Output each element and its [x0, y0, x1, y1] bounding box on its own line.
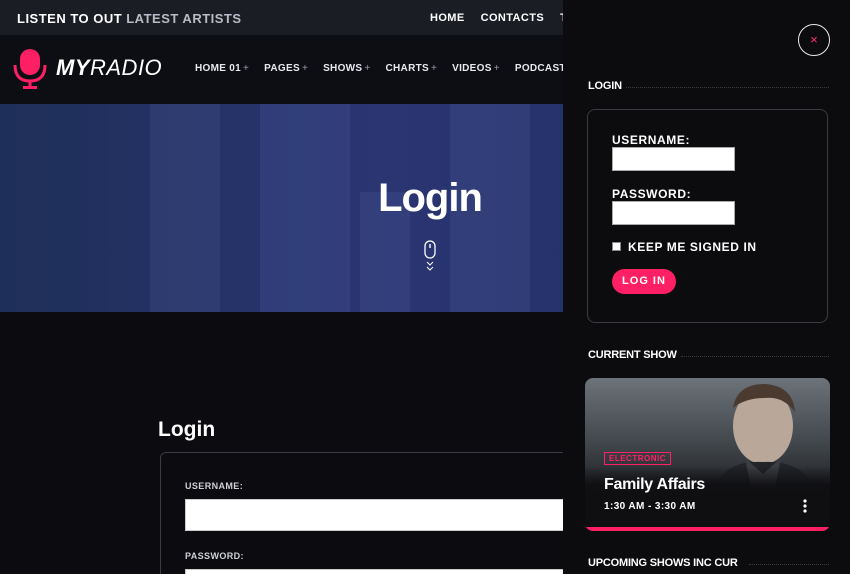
nav-item-label: HOME 01 — [195, 63, 242, 74]
divider — [749, 564, 829, 565]
top-link-home[interactable]: HOME — [430, 12, 465, 24]
nav-item-pages[interactable]: PAGES + — [264, 63, 308, 74]
login-section-title: LOGIN — [588, 80, 622, 92]
top-link-contacts[interactable]: CONTACTS — [481, 12, 545, 24]
logo-text: MYRADIO — [56, 55, 162, 81]
panel-password-field[interactable] — [612, 201, 735, 225]
current-show-card[interactable]: ELECTRONIC Family Affairs 1:30 AM - 3:30… — [585, 378, 830, 531]
close-icon[interactable]: × — [798, 24, 830, 56]
remember-checkbox[interactable] — [612, 242, 621, 251]
plus-icon: + — [493, 63, 500, 74]
side-panel: × LOGIN USERNAME: PASSWORD: KEEP ME SIGN… — [563, 0, 850, 574]
current-show-title: CURRENT SHOW — [588, 349, 677, 361]
page: LISTEN TO OUT LATEST ARTISTS HOME CONTACT… — [0, 0, 850, 574]
main-nav: HOME 01 + PAGES + SHOWS + CHARTS + VIDEOS + P… — [195, 63, 596, 74]
logo-text-rest: RADIO — [90, 55, 163, 80]
password-label: PASSWORD: — [185, 551, 244, 561]
nav-item-charts[interactable]: CHARTS + — [386, 63, 438, 74]
panel-username-label: USERNAME: — [612, 133, 691, 147]
tagline-bold: LISTEN TO OUT — [17, 11, 123, 26]
tagline-dim: LATEST ARTISTS — [126, 11, 242, 26]
login-button[interactable]: LOG IN — [612, 269, 676, 294]
plus-icon: + — [301, 63, 309, 74]
upcoming-shows-title: UPCOMING SHOWS INC CUR — [588, 557, 738, 569]
password-field[interactable] — [185, 569, 580, 574]
genre-tag[interactable]: ELECTRONIC — [604, 452, 671, 465]
tagline: LISTEN TO OUT LATEST ARTISTS — [17, 11, 242, 26]
show-time: 1:30 AM - 3:30 AM — [604, 501, 696, 512]
plus-icon: + — [243, 63, 250, 74]
nav-item-label: PAGES — [264, 63, 300, 74]
nav-item-shows[interactable]: SHOWS + — [323, 63, 370, 74]
kebab-menu-icon[interactable] — [803, 499, 807, 513]
divider — [626, 87, 829, 88]
panel-username-field[interactable] — [612, 147, 735, 171]
page-title: Login — [158, 418, 216, 441]
nav-item-label: SHOWS — [323, 63, 363, 74]
nav-item-home[interactable]: HOME 01 + — [195, 63, 249, 74]
show-progress-bar — [585, 527, 830, 531]
remember-label: KEEP ME SIGNED IN — [628, 240, 757, 254]
nav-item-videos[interactable]: VIDEOS + — [452, 63, 500, 74]
username-label: USERNAME: — [185, 481, 244, 491]
microphone-icon — [13, 49, 47, 89]
username-field[interactable] — [185, 499, 580, 531]
nav-item-label: VIDEOS — [452, 63, 492, 74]
nav-item-label: CHARTS — [385, 63, 429, 74]
logo-text-bold: MY — [56, 55, 90, 80]
show-name[interactable]: Family Affairs — [604, 476, 705, 494]
divider — [681, 356, 829, 357]
plus-icon: + — [364, 63, 371, 74]
plus-icon: + — [430, 63, 438, 74]
panel-password-label: PASSWORD: — [612, 187, 692, 201]
site-logo[interactable]: MYRADIO — [12, 47, 162, 89]
mouse-scroll-icon[interactable] — [424, 240, 436, 274]
